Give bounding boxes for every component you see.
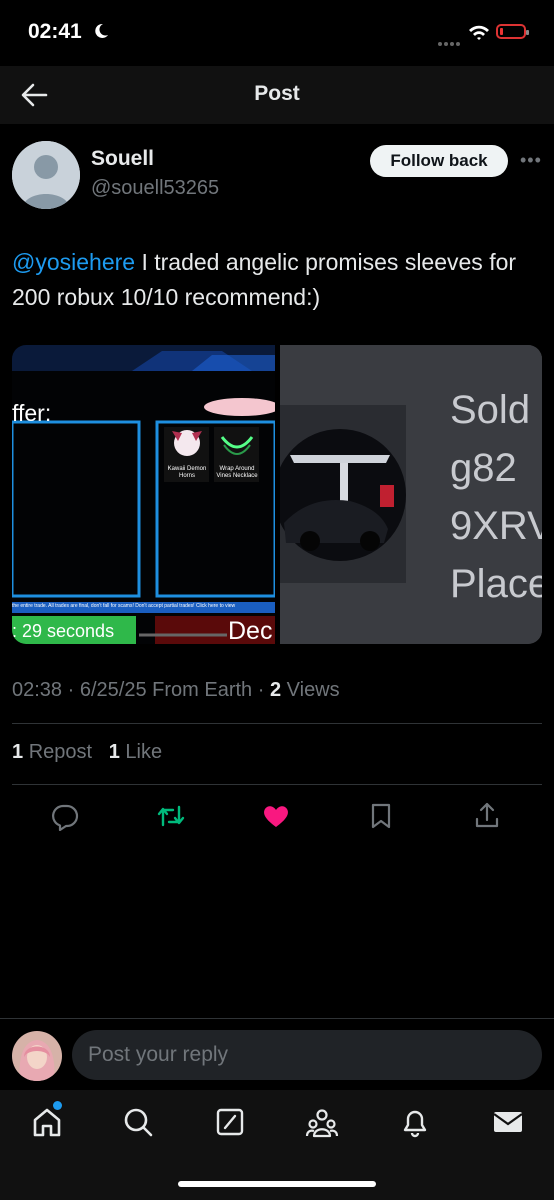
- reply-bar: [0, 1018, 554, 1091]
- author-handle[interactable]: @souell53265: [91, 177, 219, 200]
- views-label[interactable]: Views: [287, 679, 340, 701]
- media-grid: ffer: Kawaii Demon Horns Wrap Around Vin…: [12, 345, 542, 644]
- trade-ticker: the entire trade. All trades are final, …: [12, 603, 236, 609]
- status-bar: 02:41: [0, 0, 554, 66]
- divider: [12, 723, 542, 724]
- repost-count-link[interactable]: 1 Repost: [12, 741, 92, 763]
- like-icon[interactable]: [261, 801, 291, 831]
- repost-icon[interactable]: [156, 801, 186, 831]
- home-indicator[interactable]: [178, 1181, 376, 1187]
- messages-icon[interactable]: [491, 1105, 525, 1139]
- post-date: 6/25/25: [79, 679, 147, 701]
- engagement-counts: 1 Repost 1 Like: [12, 741, 162, 764]
- sold-card-text: Sold g82 9XRV Place: [450, 388, 542, 606]
- views-count: 2: [269, 679, 282, 701]
- mention-link[interactable]: @yosiehere: [12, 249, 135, 275]
- post-time: 02:38: [12, 679, 63, 701]
- signal-icon: [438, 33, 462, 51]
- author-name[interactable]: Souell: [91, 147, 154, 171]
- home-notification-dot: [53, 1101, 62, 1110]
- wifi-icon: [469, 25, 489, 40]
- bookmark-icon[interactable]: [366, 801, 396, 831]
- grok-icon[interactable]: [213, 1105, 247, 1139]
- follow-back-button[interactable]: Follow back: [370, 145, 508, 177]
- status-time: 02:41: [28, 20, 82, 43]
- post-image-trade-screenshot[interactable]: ffer: Kawaii Demon Horns Wrap Around Vin…: [12, 345, 275, 644]
- communities-icon[interactable]: [305, 1105, 339, 1139]
- reply-icon[interactable]: [50, 801, 80, 831]
- trade-screenshot-graphic: [12, 345, 275, 644]
- user-avatar-image: [12, 1031, 62, 1081]
- item-label-1: Kawaii Demon Horns: [167, 466, 207, 479]
- post-meta: 02:38 · 6/25/25 From Earth · 2 Views: [12, 679, 340, 701]
- item-label-2: Wrap Around Vines Necklace: [216, 466, 258, 479]
- search-icon[interactable]: [121, 1105, 155, 1139]
- post-text: @yosiehere I traded angelic promises sle…: [12, 245, 532, 315]
- battery-icon: [496, 24, 529, 39]
- author-avatar[interactable]: [12, 141, 80, 209]
- moon-icon: [95, 23, 108, 38]
- trade-timer: : 29 seconds: [12, 621, 115, 641]
- top-nav: Post: [0, 66, 554, 124]
- offer-text: ffer:: [12, 400, 52, 426]
- more-options-icon[interactable]: •••: [520, 150, 542, 171]
- default-avatar-icon: [12, 141, 80, 209]
- post-location: From Earth: [152, 679, 253, 701]
- page-title: Post: [254, 82, 300, 105]
- divider: [12, 784, 542, 785]
- notifications-icon[interactable]: [398, 1105, 432, 1139]
- post-image-sold-card[interactable]: Sold g82 9XRV Place: [280, 345, 542, 644]
- reply-input[interactable]: [72, 1030, 542, 1080]
- user-avatar[interactable]: [12, 1031, 62, 1081]
- like-count-link[interactable]: 1 Like: [109, 741, 162, 763]
- home-icon[interactable]: [30, 1105, 64, 1139]
- share-icon[interactable]: [472, 801, 502, 831]
- decline-text: Dec: [228, 617, 273, 644]
